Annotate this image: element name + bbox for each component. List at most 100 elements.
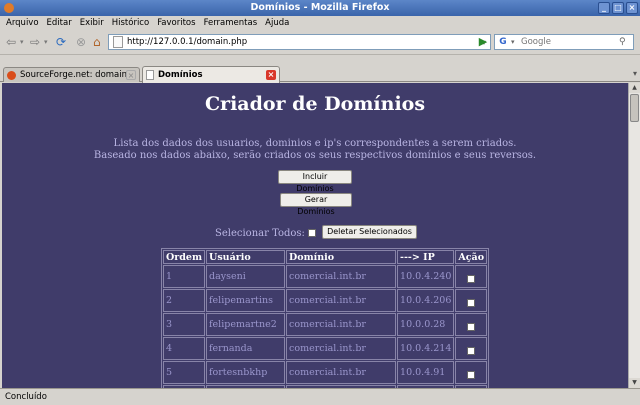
cell-ip: 10.0.4.240 (397, 265, 455, 288)
cell-acao (455, 361, 488, 384)
row-checkbox[interactable] (467, 299, 476, 307)
domains-table: Ordem Usuário Domínio ---> IP Ação 1 day… (161, 248, 490, 388)
page-title: Criador de Domínios (204, 93, 426, 115)
deletar-selecionados-button[interactable]: Deletar Selecionados (322, 225, 417, 239)
scroll-down-icon[interactable]: ▼ (629, 378, 640, 388)
menu-ferramentas[interactable]: Ferramentas (200, 18, 262, 28)
tab-label: SourceForge.net: domainc... (20, 70, 126, 80)
cell-dominio: comercial.int.br (286, 265, 397, 288)
page-content: Criador de Domínios Lista dos dados dos … (2, 83, 628, 388)
table-row: 4 fernanda comercial.int.br 10.0.4.214 (163, 337, 488, 360)
close-tab-icon[interactable]: × (266, 70, 276, 80)
header-ip: ---> IP (397, 250, 455, 264)
search-icon[interactable]: ⚲ (619, 37, 633, 47)
header-dominio: Domínio (286, 250, 397, 264)
title-bar: Domínios - Mozilla Firefox _ □ × (0, 0, 640, 16)
cell-acao (455, 265, 488, 288)
window-title: Domínios - Mozilla Firefox (250, 2, 390, 13)
page-favicon (146, 70, 154, 80)
close-window-button[interactable]: × (626, 2, 638, 14)
scrollbar-thumb[interactable] (630, 94, 639, 122)
go-arrow-icon[interactable]: ▶ (476, 34, 490, 50)
table-row: 3 felipemartne2 comercial.int.br 10.0.0.… (163, 313, 488, 336)
cell-ordem: 2 (163, 289, 206, 312)
cell-ip: 10.0.4.214 (397, 337, 455, 360)
row-checkbox[interactable] (467, 371, 476, 379)
tab-strip: SourceForge.net: domainc... × Domínios ×… (0, 66, 640, 83)
select-all-label: Selecionar Todos: (215, 227, 305, 239)
select-all-row: Selecionar Todos: (215, 226, 316, 240)
row-checkbox[interactable] (467, 275, 476, 283)
incluir-dominios-button[interactable]: Incluir Domínios (278, 170, 352, 193)
cell-ordem: 5 (163, 361, 206, 384)
reload-icon[interactable]: ⟳ (56, 34, 66, 50)
back-arrow-icon[interactable]: ⇦ (6, 34, 16, 50)
cell-usuario: felipemartne2 (206, 313, 286, 336)
cell-dominio: comercial.int.br (286, 313, 397, 336)
menu-editar[interactable]: Editar (43, 18, 76, 28)
tab-list-icon[interactable]: ▾ (633, 69, 637, 78)
table-row: 5 fortesnbkhp comercial.int.br 10.0.4.91 (163, 361, 488, 384)
menu-bar: Arquivo Editar Exibir Histórico Favorito… (0, 16, 640, 30)
tab-label: Domínios (158, 70, 203, 80)
cell-usuario: dayseni (206, 265, 286, 288)
cell-dominio: comercial.int.br (286, 361, 397, 384)
tab-dominios[interactable]: Domínios × (142, 66, 280, 83)
select-all-checkbox[interactable] (307, 229, 316, 237)
menu-arquivo[interactable]: Arquivo (2, 18, 43, 28)
cell-acao (455, 289, 488, 312)
maximize-button[interactable]: □ (612, 2, 624, 14)
cell-ip: 10.0.4.91 (397, 361, 455, 384)
browser-window: Domínios - Mozilla Firefox _ □ × Arquivo… (0, 0, 640, 405)
row-checkbox[interactable] (467, 323, 476, 331)
minimize-button[interactable]: _ (598, 2, 610, 14)
navigation-toolbar: ⇦ ▾ ⇨ ▾ ⟳ ⊗ ⌂ http://127.0.0.1/domain.ph… (0, 30, 640, 54)
url-bar[interactable]: http://127.0.0.1/domain.php ▾ (108, 34, 491, 50)
cell-dominio: comercial.int.br (286, 289, 397, 312)
header-acao: Ação (455, 250, 488, 264)
page-icon (113, 36, 123, 48)
table-row: 1 dayseni comercial.int.br 10.0.4.240 (163, 265, 488, 288)
header-usuario: Usuário (206, 250, 286, 264)
forward-dropdown-icon[interactable]: ▾ (44, 34, 48, 50)
cell-ip: 10.0.0.28 (397, 313, 455, 336)
cell-acao (455, 337, 488, 360)
status-text: Concluído (5, 392, 47, 402)
sourceforge-favicon (7, 70, 16, 80)
search-bar[interactable]: G ▾ ⚲ (494, 34, 634, 50)
gerar-dominios-button[interactable]: Gerar Domínios (280, 193, 352, 216)
firefox-icon (4, 3, 14, 13)
description-line-1: Lista dos dados dos usuarios, dominios e… (113, 138, 517, 149)
close-tab-icon[interactable]: × (126, 70, 136, 80)
cell-ordem: 3 (163, 313, 206, 336)
description-line-2: Baseado nos dados abaixo, serão criados … (93, 150, 537, 161)
menu-historico[interactable]: Histórico (108, 18, 153, 28)
cell-ordem: 1 (163, 265, 206, 288)
scroll-up-icon[interactable]: ▲ (629, 83, 640, 93)
search-engine-dropdown-icon[interactable]: ▾ (511, 38, 519, 46)
cell-dominio: comercial.int.br (286, 337, 397, 360)
search-input[interactable] (519, 36, 619, 48)
status-bar: Concluído (0, 388, 640, 405)
forward-arrow-icon[interactable]: ⇨ (30, 34, 40, 50)
vertical-scrollbar[interactable]: ▲ ▼ (628, 83, 640, 388)
table-header-row: Ordem Usuário Domínio ---> IP Ação (163, 250, 488, 264)
cell-usuario: felipemartins (206, 289, 286, 312)
menu-favoritos[interactable]: Favoritos (153, 18, 199, 28)
row-checkbox[interactable] (467, 347, 476, 355)
cell-ordem: 4 (163, 337, 206, 360)
menu-ajuda[interactable]: Ajuda (261, 18, 293, 28)
cell-acao (455, 313, 488, 336)
back-dropdown-icon[interactable]: ▾ (20, 34, 24, 50)
home-icon[interactable]: ⌂ (93, 34, 101, 50)
url-text: http://127.0.0.1/domain.php (127, 37, 248, 47)
header-ordem: Ordem (163, 250, 206, 264)
google-icon[interactable]: G (495, 37, 511, 47)
cell-usuario: fortesnbkhp (206, 361, 286, 384)
stop-icon[interactable]: ⊗ (76, 34, 86, 50)
bookmarks-toolbar (0, 54, 640, 66)
cell-usuario: fernanda (206, 337, 286, 360)
tab-sourceforge[interactable]: SourceForge.net: domainc... × (3, 67, 140, 82)
menu-exibir[interactable]: Exibir (76, 18, 108, 28)
cell-ip: 10.0.4.206 (397, 289, 455, 312)
